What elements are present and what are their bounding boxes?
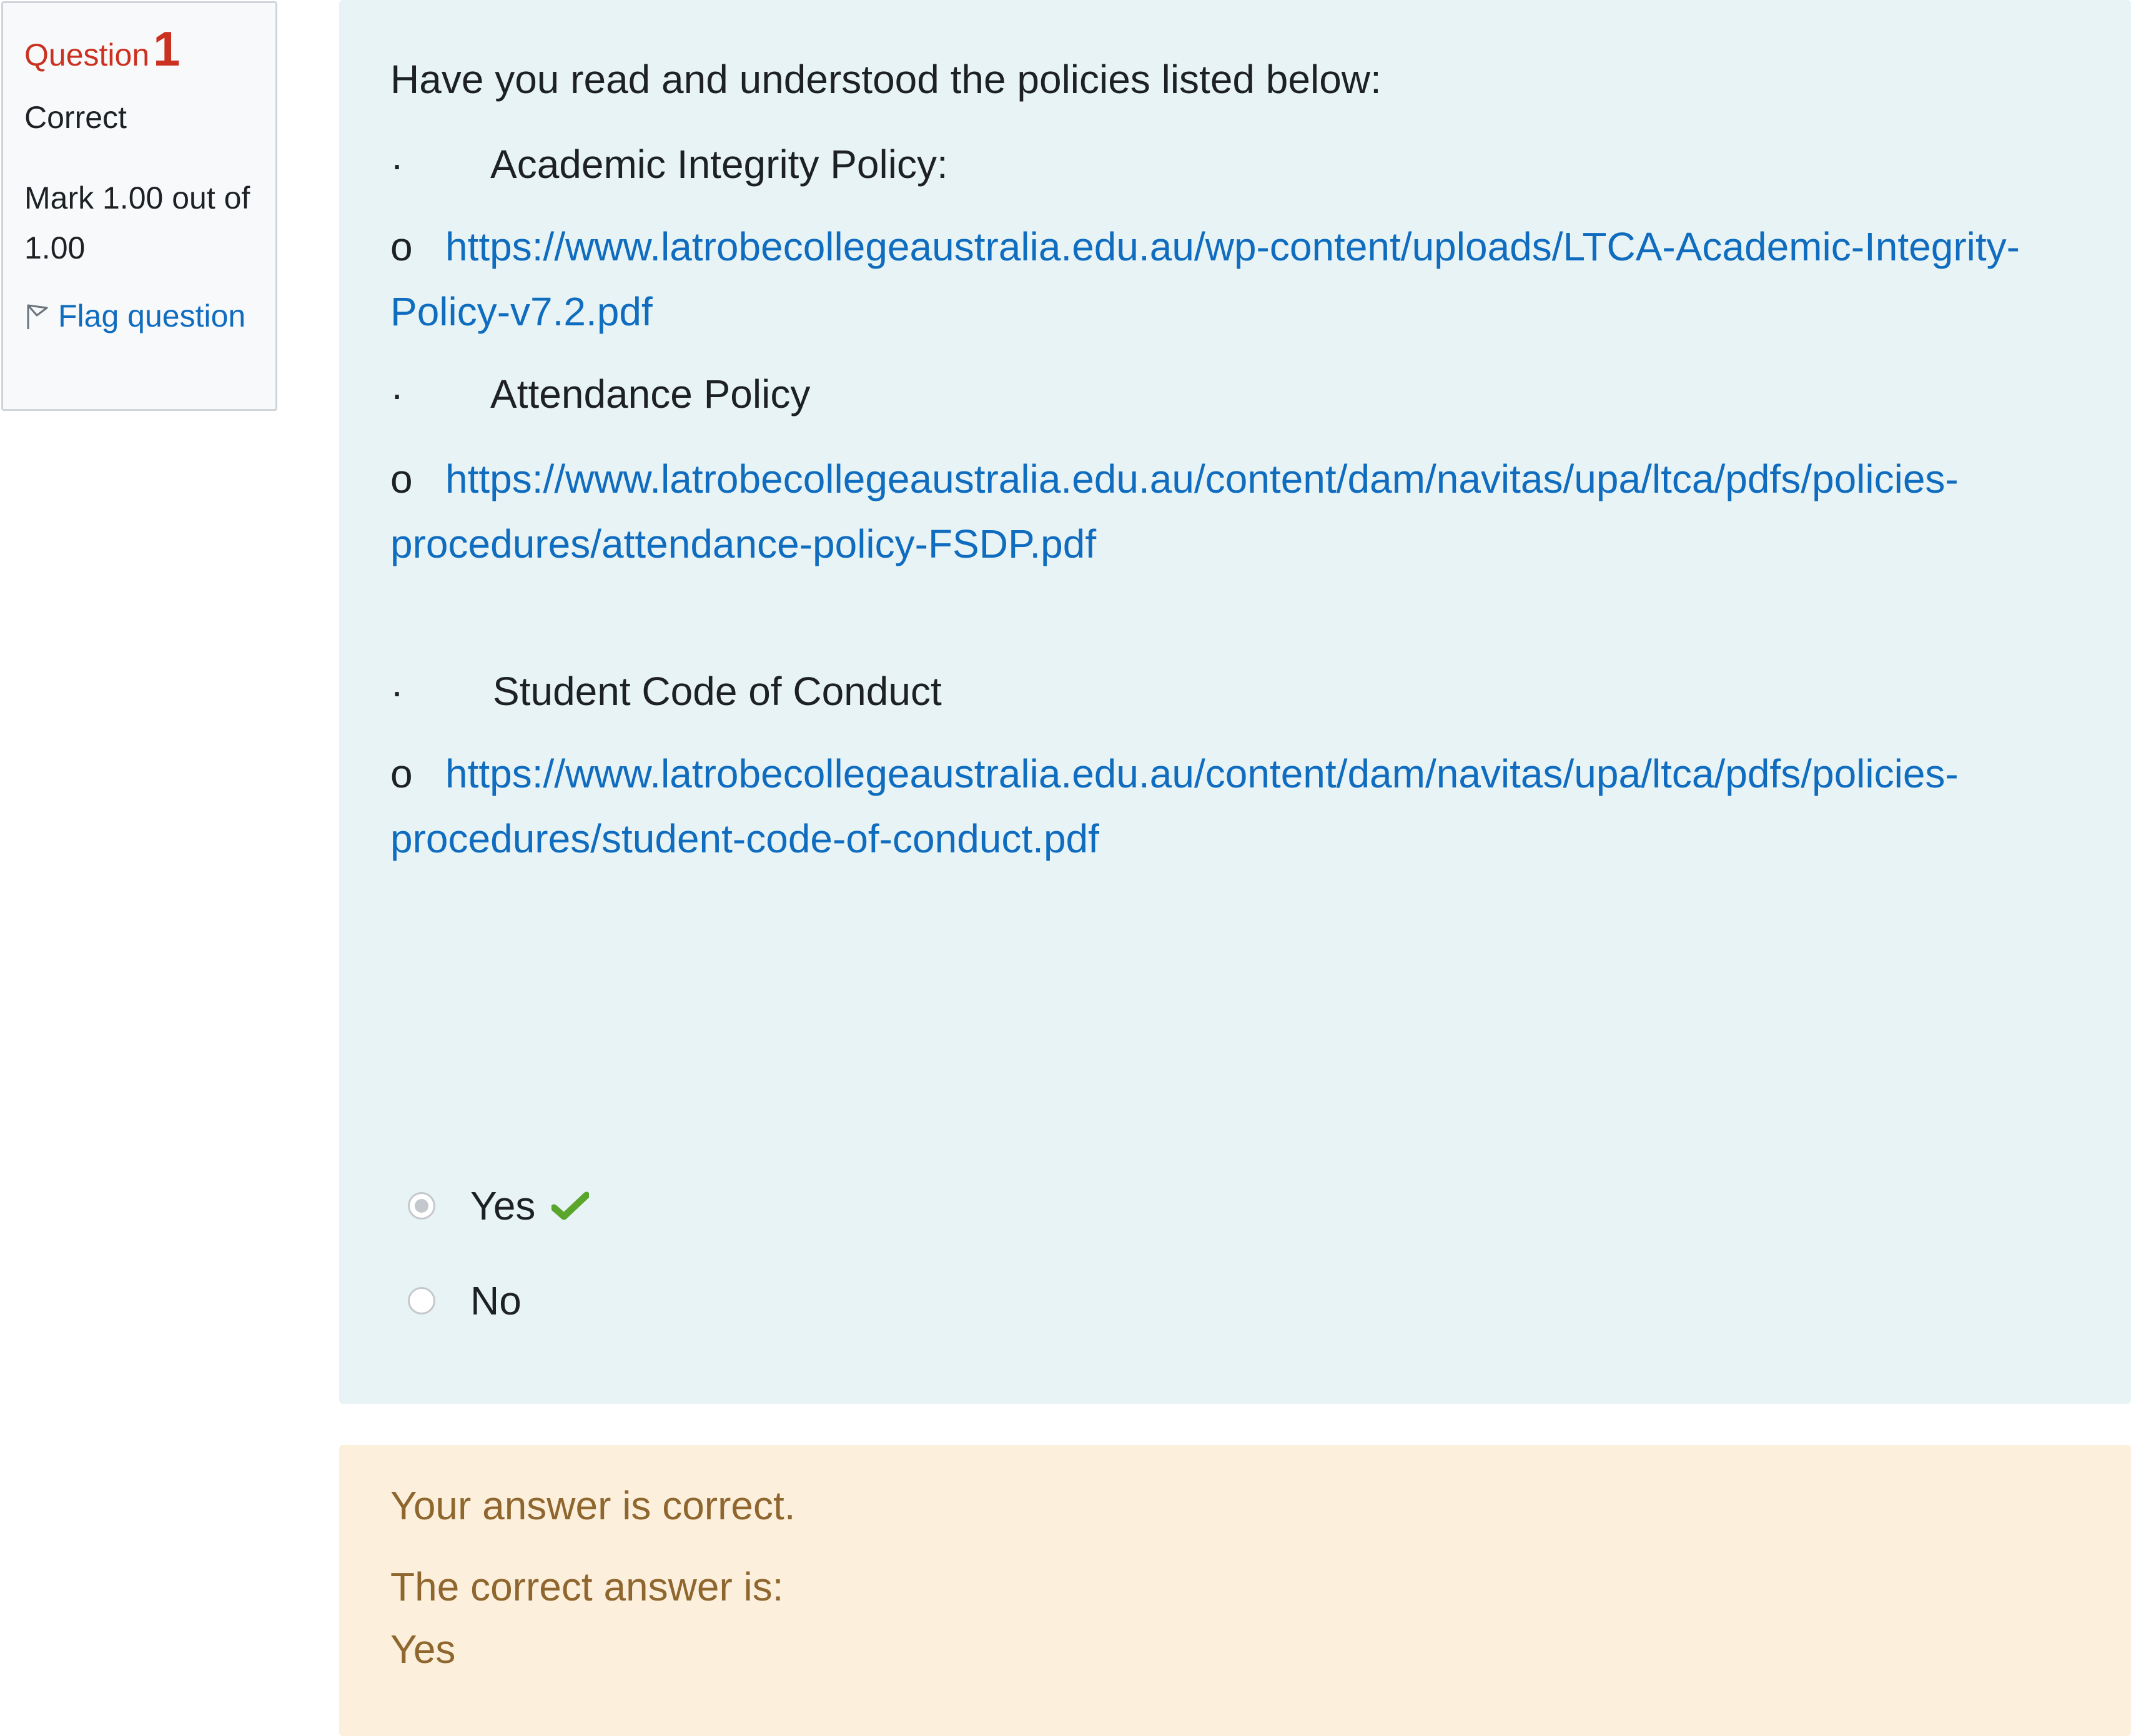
correct-answer-value: Yes xyxy=(390,1627,456,1672)
radio-yes[interactable] xyxy=(408,1192,435,1220)
bullet-marker: · xyxy=(390,669,404,714)
sub-bullet-marker: o xyxy=(390,456,413,501)
policy-title-code-of-conduct: Student Code of Conduct xyxy=(493,669,942,714)
policy-title-academic-integrity: Academic Integrity Policy: xyxy=(490,142,948,187)
flag-question-label: Flag question xyxy=(58,298,246,333)
correct-check-icon xyxy=(551,1191,590,1220)
answer-option-no[interactable]: No xyxy=(408,1278,522,1324)
question-label: Question xyxy=(24,37,150,72)
code-of-conduct-link[interactable]: https://www.latrobecollegeaustralia.edu.… xyxy=(445,751,1959,797)
correct-answer-label: The correct answer is: xyxy=(390,1564,784,1609)
policy-title-attendance: Attendance Policy xyxy=(490,372,811,417)
sub-bullet-marker: o xyxy=(390,751,413,796)
feedback-result: Your answer is correct. xyxy=(390,1483,796,1528)
bullet-marker: · xyxy=(390,372,404,417)
question-formulation: Have you read and understood the policie… xyxy=(339,0,2131,1404)
academic-integrity-link-cont[interactable]: Policy-v7.2.pdf xyxy=(390,289,653,335)
flag-icon xyxy=(27,304,48,329)
bullet-marker: · xyxy=(390,142,404,187)
attendance-policy-link[interactable]: https://www.latrobecollegeaustralia.edu.… xyxy=(445,456,1959,502)
code-of-conduct-link-cont[interactable]: procedures/student-code-of-conduct.pdf xyxy=(390,816,1099,862)
question-info-panel: Question1 Correct Mark 1.00 out of 1.00 … xyxy=(1,1,277,411)
radio-no[interactable] xyxy=(408,1287,435,1314)
feedback-panel: Your answer is correct. The correct answ… xyxy=(339,1445,2131,1736)
answer-option-yes[interactable]: Yes xyxy=(408,1183,590,1229)
question-prompt: Have you read and understood the policie… xyxy=(390,57,1382,102)
question-number: 1 xyxy=(153,21,180,76)
sub-bullet-marker: o xyxy=(390,224,413,269)
question-grade: Mark 1.00 out of 1.00 xyxy=(24,180,250,265)
question-state: Correct xyxy=(24,100,127,135)
question-number-heading: Question1 xyxy=(24,21,180,77)
academic-integrity-link[interactable]: https://www.latrobecollegeaustralia.edu.… xyxy=(445,224,2020,270)
attendance-policy-link-cont[interactable]: procedures/attendance-policy-FSDP.pdf xyxy=(390,521,1096,567)
answer-label-no: No xyxy=(470,1278,522,1323)
answer-label-yes: Yes xyxy=(470,1183,536,1228)
flag-question-link[interactable]: Flag question xyxy=(24,298,245,334)
